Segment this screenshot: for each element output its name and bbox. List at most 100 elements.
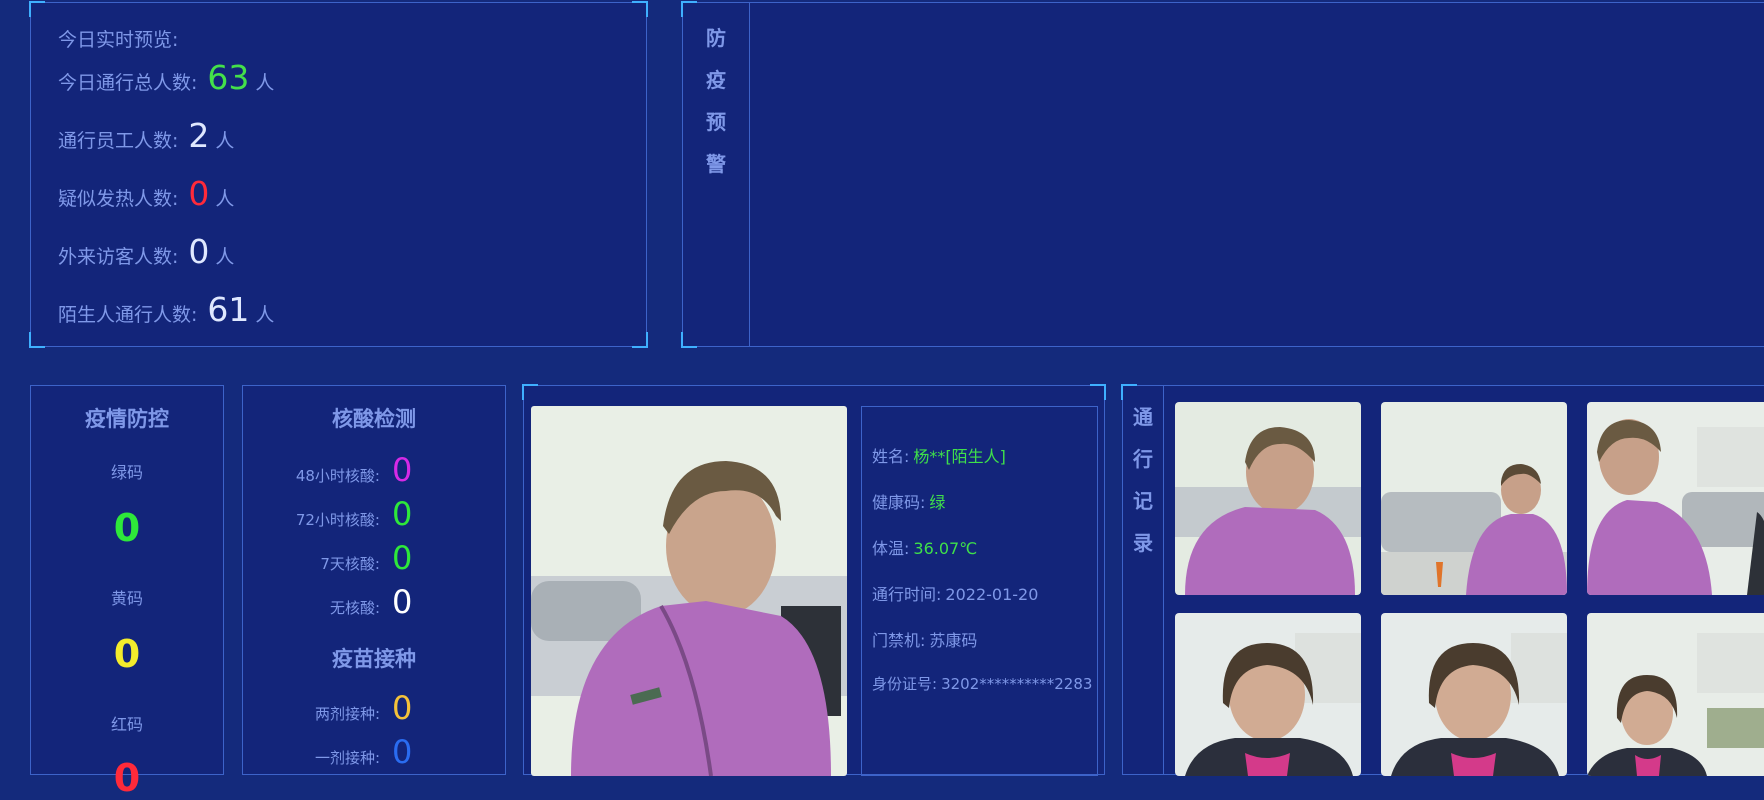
record-photo (1381, 613, 1567, 776)
corner-decoration (1090, 384, 1106, 400)
title-char: 防 (706, 26, 726, 50)
person-detail-panel: 姓名: 杨**[陌生人] 健康码: 绿 体温: 36.07℃ 通行时间: 2022-01… (522, 384, 1106, 776)
record-thumbnail[interactable] (1381, 613, 1567, 776)
stat-unit: 人 (215, 188, 235, 210)
title-char: 通 (1133, 405, 1153, 429)
green-code-label: 绿码 (110, 463, 143, 482)
nucleic-test-panel: 核酸检测 48小时核酸: 0 72小时核酸: 0 7天核酸: 0 无核酸: 0 … (242, 385, 506, 775)
info-value: 杨**[陌生人] (913, 447, 1006, 466)
yellow-code-label: 黄码 (110, 589, 143, 608)
info-id-number: 身份证号: 3202**********2283 (872, 673, 1092, 694)
corner-decoration (522, 384, 538, 400)
vaccine-row-one-dose: 一剂接种: 0 (243, 733, 505, 771)
stat-employee-pass: 通行员工人数: 2 人 (58, 116, 234, 155)
nucleic-row-72h: 72小时核酸: 0 (243, 495, 505, 533)
stat-label: 外来访客人数: (58, 246, 179, 268)
vaccine-value: 0 (392, 689, 413, 727)
info-value: 苏康码 (929, 631, 978, 650)
title-char: 录 (1133, 531, 1153, 555)
nucleic-row-48h: 48小时核酸: 0 (243, 451, 505, 489)
info-label: 通行时间: (872, 585, 942, 604)
stat-label: 通行员工人数: (58, 130, 179, 152)
stat-value: 2 (188, 116, 210, 155)
record-photo (1587, 402, 1764, 595)
nucleic-row-none: 无核酸: 0 (243, 583, 505, 621)
title-char: 记 (1133, 489, 1153, 513)
pass-records-panel: 通 行 记 录 (1121, 384, 1764, 776)
stat-suspected-fever: 疑似发热人数: 0 人 (58, 174, 234, 213)
nucleic-value: 0 (392, 451, 413, 489)
stat-value: 63 (207, 58, 250, 97)
nucleic-row-7d: 7天核酸: 0 (243, 539, 505, 577)
record-thumbnail[interactable] (1381, 402, 1567, 595)
warning-content-area (751, 3, 1764, 346)
info-name: 姓名: 杨**[陌生人] (872, 443, 1006, 467)
info-value: 绿 (929, 493, 946, 512)
record-photo (1175, 402, 1361, 595)
stat-value: 0 (188, 232, 210, 271)
info-label: 体温: (872, 539, 910, 558)
title-char: 疫 (706, 68, 726, 92)
person-info-box: 姓名: 杨**[陌生人] 健康码: 绿 体温: 36.07℃ 通行时间: 2022-01… (861, 406, 1098, 776)
title-char: 预 (706, 110, 726, 134)
nucleic-label: 无核酸: (329, 599, 380, 617)
record-photo (1587, 613, 1764, 776)
vaccine-value: 0 (392, 733, 413, 771)
stat-label: 疑似发热人数: (58, 188, 179, 210)
stat-unit: 人 (255, 72, 275, 94)
nucleic-value: 0 (392, 539, 413, 577)
epidemic-control-panel: 疫情防控 绿码 0 黄码 0 红码 0 (30, 385, 224, 800)
info-value: 2022-01-20 (945, 585, 1039, 604)
stat-unit: 人 (255, 304, 275, 326)
info-label: 身份证号: (872, 675, 938, 693)
warning-vertical-title: 防 疫 预 警 (683, 3, 750, 346)
vaccine-label: 两剂接种: (314, 705, 380, 723)
red-code-label: 红码 (110, 715, 143, 734)
captured-face-photo (531, 406, 847, 776)
nucleic-value: 0 (392, 583, 413, 621)
epidemic-warning-panel: 防 疫 预 警 (681, 1, 1764, 348)
info-health-code: 健康码: 绿 (872, 489, 945, 513)
stat-value: 0 (188, 174, 210, 213)
nucleic-label: 7天核酸: (320, 555, 380, 573)
corner-decoration (29, 1, 45, 17)
info-gate-device: 门禁机: 苏康码 (872, 627, 977, 651)
info-label: 门禁机: (872, 631, 926, 650)
stat-unit: 人 (215, 246, 235, 268)
green-code-value: 0 (113, 506, 141, 550)
person-photo-illustration (531, 406, 847, 776)
red-code-value: 0 (113, 756, 141, 800)
vaccine-row-two-doses: 两剂接种: 0 (243, 689, 505, 727)
nucleic-label: 48小时核酸: (295, 467, 380, 485)
nucleic-test-title: 核酸检测 (332, 407, 416, 431)
record-thumbnail[interactable] (1587, 402, 1764, 595)
nucleic-value: 0 (392, 495, 413, 533)
record-thumbnail[interactable] (1175, 613, 1361, 776)
stat-unit: 人 (215, 130, 235, 152)
stat-label: 今日通行总人数: (58, 72, 198, 94)
nucleic-label: 72小时核酸: (295, 511, 380, 529)
yellow-code-value: 0 (113, 632, 141, 676)
today-stats-panel: 今日实时预览: 今日通行总人数: 63 人 通行员工人数: 2 人 疑似发热人数… (29, 1, 648, 348)
info-temperature: 体温: 36.07℃ (872, 535, 977, 559)
stats-title: 今日实时预览: (58, 29, 179, 51)
vaccine-title: 疫苗接种 (332, 647, 416, 671)
record-photo (1381, 402, 1567, 595)
stat-visitors: 外来访客人数: 0 人 (58, 232, 234, 271)
stat-value: 61 (207, 290, 250, 329)
epidemic-control-title: 疫情防控 (85, 407, 169, 431)
corner-decoration (29, 332, 45, 348)
record-photo (1175, 613, 1361, 776)
stat-strangers: 陌生人通行人数: 61 人 (58, 290, 274, 329)
records-vertical-title: 通 行 记 录 (1123, 386, 1164, 774)
info-pass-time: 通行时间: 2022-01-20 (872, 581, 1038, 605)
info-label: 姓名: (872, 447, 910, 466)
info-label: 健康码: (872, 493, 926, 512)
corner-decoration (632, 1, 648, 17)
record-thumbnail[interactable] (1587, 613, 1764, 776)
title-char: 警 (706, 152, 726, 176)
stat-total-pass: 今日通行总人数: 63 人 (58, 58, 274, 97)
title-char: 行 (1133, 447, 1153, 471)
record-thumbnail[interactable] (1175, 402, 1361, 595)
corner-decoration (632, 332, 648, 348)
